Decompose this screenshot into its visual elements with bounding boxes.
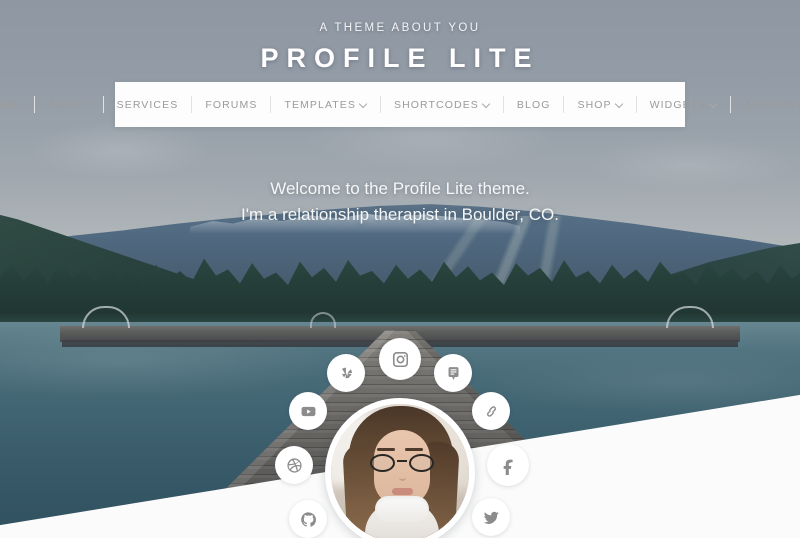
nav-item-label: ACCOUNT: [744, 98, 800, 111]
facebook-icon: [499, 456, 518, 475]
avatar-glasses-lens-right: [409, 454, 434, 472]
hero-copy: Welcome to the Profile Lite theme. I'm a…: [0, 176, 800, 228]
link-icon: [483, 403, 500, 420]
avatar-nose: [399, 472, 406, 481]
nav-item-label: WIDGETS: [649, 98, 707, 111]
social-link-yelp[interactable]: [327, 354, 365, 392]
nav-item-widgets[interactable]: WIDGETS: [635, 96, 731, 113]
nav-item-label: ABOUT: [47, 98, 90, 111]
site-header: A THEME ABOUT YOU PROFILE LITE: [0, 22, 800, 74]
nav-item-account[interactable]: ACCOUNT: [730, 96, 800, 113]
avatar-glasses: [369, 454, 435, 472]
site-tagline: A THEME ABOUT YOU: [319, 22, 481, 34]
nav-item-label: HOME: [0, 98, 21, 111]
hero-line-1: Welcome to the Profile Lite theme.: [270, 179, 530, 198]
site-title[interactable]: PROFILE LITE: [0, 43, 800, 74]
social-link-dribbble[interactable]: [275, 446, 313, 484]
github-icon: [300, 511, 317, 528]
avatar-glasses-lens-left: [370, 454, 395, 472]
nav-item-label: BLOG: [516, 98, 551, 111]
nav-item-home[interactable]: HOME: [0, 96, 34, 113]
avatar-turtleneck-collar: [375, 496, 429, 522]
page-root: A THEME ABOUT YOU PROFILE LITE HOME ABOUT…: [0, 0, 800, 538]
chevron-down-icon: [710, 100, 717, 107]
nav-item-label: SERVICES: [116, 98, 179, 111]
nav-list: HOME ABOUT SERVICES FORUMS TEMPLATES SHORTCOD…: [0, 82, 800, 127]
nav-item-about[interactable]: ABOUT: [33, 96, 103, 113]
chevron-down-icon: [360, 100, 367, 107]
nav-item-label: FORUMS: [205, 98, 258, 111]
social-link-blogger[interactable]: [434, 354, 472, 392]
nav-item-label: SHOP: [577, 98, 612, 111]
instagram-icon: [391, 350, 410, 369]
social-link-instagram[interactable]: [379, 338, 421, 380]
dribbble-icon: [286, 457, 303, 474]
social-link-facebook[interactable]: [487, 444, 529, 486]
avatar-mouth: [392, 488, 413, 495]
blogger-icon: [445, 365, 462, 382]
avatar-glasses-bridge: [397, 460, 407, 463]
youtube-icon: [300, 403, 317, 420]
avatar-eyebrow-right: [405, 448, 423, 451]
yelp-icon: [338, 365, 355, 382]
nav-item-shortcodes[interactable]: SHORTCODES: [380, 96, 503, 113]
nav-item-templates[interactable]: TEMPLATES: [270, 96, 380, 113]
nav-item-label: SHORTCODES: [394, 98, 479, 111]
nav-item-forums[interactable]: FORUMS: [191, 96, 270, 113]
social-link-github[interactable]: [289, 500, 327, 538]
nav-item-label: TEMPLATES: [284, 98, 356, 111]
hero-line-2: I'm a relationship therapist in Boulder,…: [241, 205, 559, 224]
chevron-down-icon: [616, 100, 623, 107]
avatar-eyebrow-left: [377, 448, 395, 451]
main-navigation-bar: HOME ABOUT SERVICES FORUMS TEMPLATES SHORTCOD…: [0, 82, 800, 127]
avatar[interactable]: [325, 398, 475, 538]
social-link-twitter[interactable]: [472, 498, 510, 536]
social-link-youtube[interactable]: [289, 392, 327, 430]
nav-item-services[interactable]: SERVICES: [102, 96, 192, 113]
nav-item-shop[interactable]: SHOP: [563, 96, 635, 113]
nav-item-blog[interactable]: BLOG: [502, 96, 564, 113]
social-link-link[interactable]: [472, 392, 510, 430]
twitter-icon: [483, 509, 500, 526]
chevron-down-icon: [483, 100, 490, 107]
